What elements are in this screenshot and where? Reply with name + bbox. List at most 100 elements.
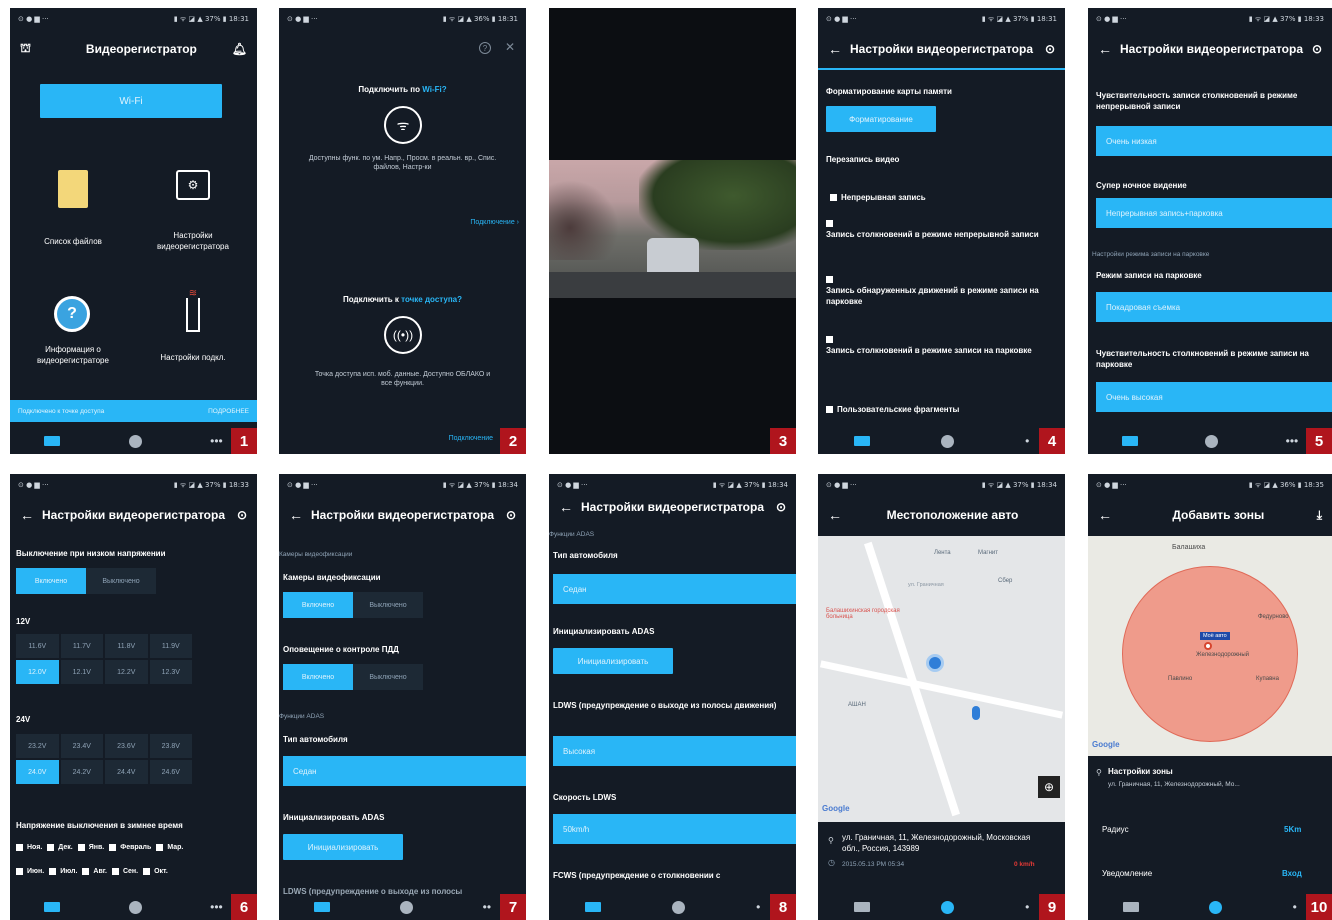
toggle-off[interactable]: Выключено	[353, 592, 423, 618]
voltage-option[interactable]: 23.6V	[105, 734, 148, 758]
voltage-option[interactable]: 23.8V	[149, 734, 192, 758]
live-video-view[interactable]	[549, 160, 796, 298]
map-nav-icon[interactable]	[1209, 900, 1223, 914]
connection-banner[interactable]: Подключено к точке доступа ПОДРОБНЕЕ	[10, 400, 257, 422]
cloud-icon[interactable]	[128, 900, 142, 914]
voltage-option[interactable]: 12.3V	[149, 660, 192, 684]
tile-dashcam-info[interactable]: ? Информация о видеорегистраторе	[18, 288, 128, 388]
more-icon[interactable]: •••	[210, 900, 223, 914]
notification-bell-icon[interactable]: 🔔︎	[232, 42, 247, 56]
radius-value[interactable]: 5Km	[1284, 824, 1301, 835]
collision-sensitivity-select[interactable]: Очень низкая	[1096, 126, 1332, 156]
ldws-speed-select[interactable]: 50km/h	[553, 814, 796, 844]
map-view[interactable]: Лента Магнит Сбер Балашихинская городска…	[818, 536, 1065, 822]
voltage-option[interactable]: 11.8V	[105, 634, 148, 658]
adas-init-button[interactable]: Инициализировать	[283, 834, 403, 860]
voltage-option[interactable]: 11.6V	[16, 634, 59, 658]
voltage-option[interactable]: 24.6V	[149, 760, 192, 784]
adas-init-button[interactable]: Инициализировать	[553, 648, 673, 674]
cloud-icon[interactable]	[671, 900, 685, 914]
refresh-icon[interactable]: ⊙	[1312, 42, 1322, 56]
car-location-pin[interactable]	[926, 654, 944, 672]
month-checkbox[interactable]: Июн.	[16, 868, 44, 875]
checkbox-collision-parking[interactable]: Запись столкновений в режиме записи на п…	[826, 334, 1060, 356]
map-nav-icon[interactable]	[940, 900, 954, 914]
more-icon[interactable]: ••	[483, 900, 491, 914]
month-checkbox[interactable]: Дек.	[47, 844, 73, 851]
month-checkbox[interactable]: Ноя.	[16, 844, 42, 851]
cloud-icon[interactable]	[399, 900, 413, 914]
month-checkbox[interactable]: Февраль	[109, 844, 151, 851]
close-icon[interactable]: ✕	[505, 40, 515, 54]
night-vision-select[interactable]: Непрерывная запись+парковка	[1096, 198, 1332, 228]
more-icon[interactable]: •	[756, 900, 760, 914]
cloud-icon[interactable]	[1205, 434, 1219, 448]
more-icon[interactable]: •	[1293, 900, 1297, 914]
checkbox-continuous[interactable]: Непрерывная запись	[830, 192, 926, 203]
tile-connection-settings[interactable]: ≋ Настройки подкл.	[134, 288, 252, 388]
refresh-icon[interactable]: ⊙	[1045, 42, 1055, 56]
voltage-option[interactable]: 23.2V	[16, 734, 59, 758]
month-checkbox[interactable]: Авг.	[82, 868, 107, 875]
back-arrow-icon[interactable]: ←	[20, 507, 34, 523]
more-icon[interactable]: •	[1025, 900, 1029, 914]
back-arrow-icon[interactable]: ←	[1098, 507, 1112, 523]
checkbox-collision-continuous[interactable]: Запись столкновений в режиме непрерывной…	[826, 218, 1060, 240]
wifi-connect-link[interactable]: Подключение ›	[429, 218, 519, 227]
ldws-select[interactable]: Высокая	[553, 736, 796, 766]
camera-icon[interactable]	[313, 902, 330, 912]
refresh-icon[interactable]: ⊙	[237, 508, 247, 522]
voltage-option[interactable]: 11.9V	[149, 634, 192, 658]
car-type-select[interactable]: Седан	[553, 574, 796, 604]
voltage-option[interactable]: 12.0V	[16, 660, 59, 684]
month-checkbox[interactable]: Окт.	[143, 868, 168, 875]
voltage-option[interactable]: 12.1V	[60, 660, 103, 684]
camera-icon[interactable]	[584, 902, 601, 912]
ap-connect-link[interactable]: Подключение	[429, 434, 493, 443]
voltage-option[interactable]: 24.2V	[60, 760, 103, 784]
month-checkbox[interactable]: Сен.	[111, 868, 138, 875]
back-arrow-icon[interactable]: ←	[828, 507, 842, 523]
back-arrow-icon[interactable]: ←	[828, 41, 842, 57]
camera-icon[interactable]	[1121, 436, 1138, 446]
toggle-on[interactable]: Включено	[283, 592, 353, 618]
more-icon[interactable]: •••	[1286, 434, 1299, 448]
tile-file-list[interactable]: Список файлов	[18, 158, 128, 258]
camera-icon[interactable]	[44, 902, 61, 912]
parking-sensitivity-select[interactable]: Очень высокая	[1096, 382, 1332, 412]
toggle-on[interactable]: Включено	[16, 568, 86, 594]
camera-icon[interactable]	[44, 436, 61, 446]
voltage-option[interactable]: 12.2V	[105, 660, 148, 684]
help-icon[interactable]: ?	[479, 42, 491, 54]
car-type-select[interactable]: Седан	[283, 756, 526, 786]
month-checkbox[interactable]: Янв.	[77, 844, 104, 851]
refresh-icon[interactable]: ⊙	[506, 508, 516, 522]
wifi-icon[interactable]: ᯤ	[384, 106, 422, 144]
camera-icon[interactable]	[853, 436, 870, 446]
voltage-option[interactable]: 24.4V	[105, 760, 148, 784]
voltage-option[interactable]: 11.7V	[60, 634, 103, 658]
back-arrow-icon[interactable]: ←	[559, 499, 573, 515]
voltage-option[interactable]: 24.0V	[16, 760, 59, 784]
month-checkbox[interactable]: Июл.	[49, 868, 77, 875]
cloud-icon[interactable]	[128, 434, 142, 448]
notification-value[interactable]: Вход	[1282, 868, 1302, 879]
toggle-off[interactable]: Выключено	[353, 664, 423, 690]
back-arrow-icon[interactable]: ←	[289, 507, 303, 523]
network-icon[interactable]: ⛫	[20, 41, 31, 57]
cloud-icon[interactable]	[940, 434, 954, 448]
toggle-off[interactable]: Выключено	[86, 568, 156, 594]
camera-icon[interactable]	[853, 902, 870, 912]
more-icon[interactable]: •	[1025, 434, 1029, 448]
camera-icon[interactable]	[1123, 902, 1140, 912]
map-view[interactable]: Балашиха Железнодорожный Павлино Купавна…	[1088, 536, 1332, 756]
my-location-button[interactable]: ⊕	[1038, 776, 1060, 798]
hotspot-icon[interactable]: ((•))	[384, 316, 422, 354]
month-checkbox[interactable]: Мар.	[156, 844, 183, 851]
voltage-option[interactable]: 23.4V	[60, 734, 103, 758]
banner-link[interactable]: ПОДРОБНЕЕ	[208, 408, 249, 415]
checkbox-motion-parking[interactable]: Запись обнаруженных движений в режиме за…	[826, 274, 1060, 307]
back-arrow-icon[interactable]: ←	[1098, 41, 1112, 57]
download-icon[interactable]: ⤓	[1317, 508, 1322, 523]
toggle-on[interactable]: Включено	[283, 664, 353, 690]
